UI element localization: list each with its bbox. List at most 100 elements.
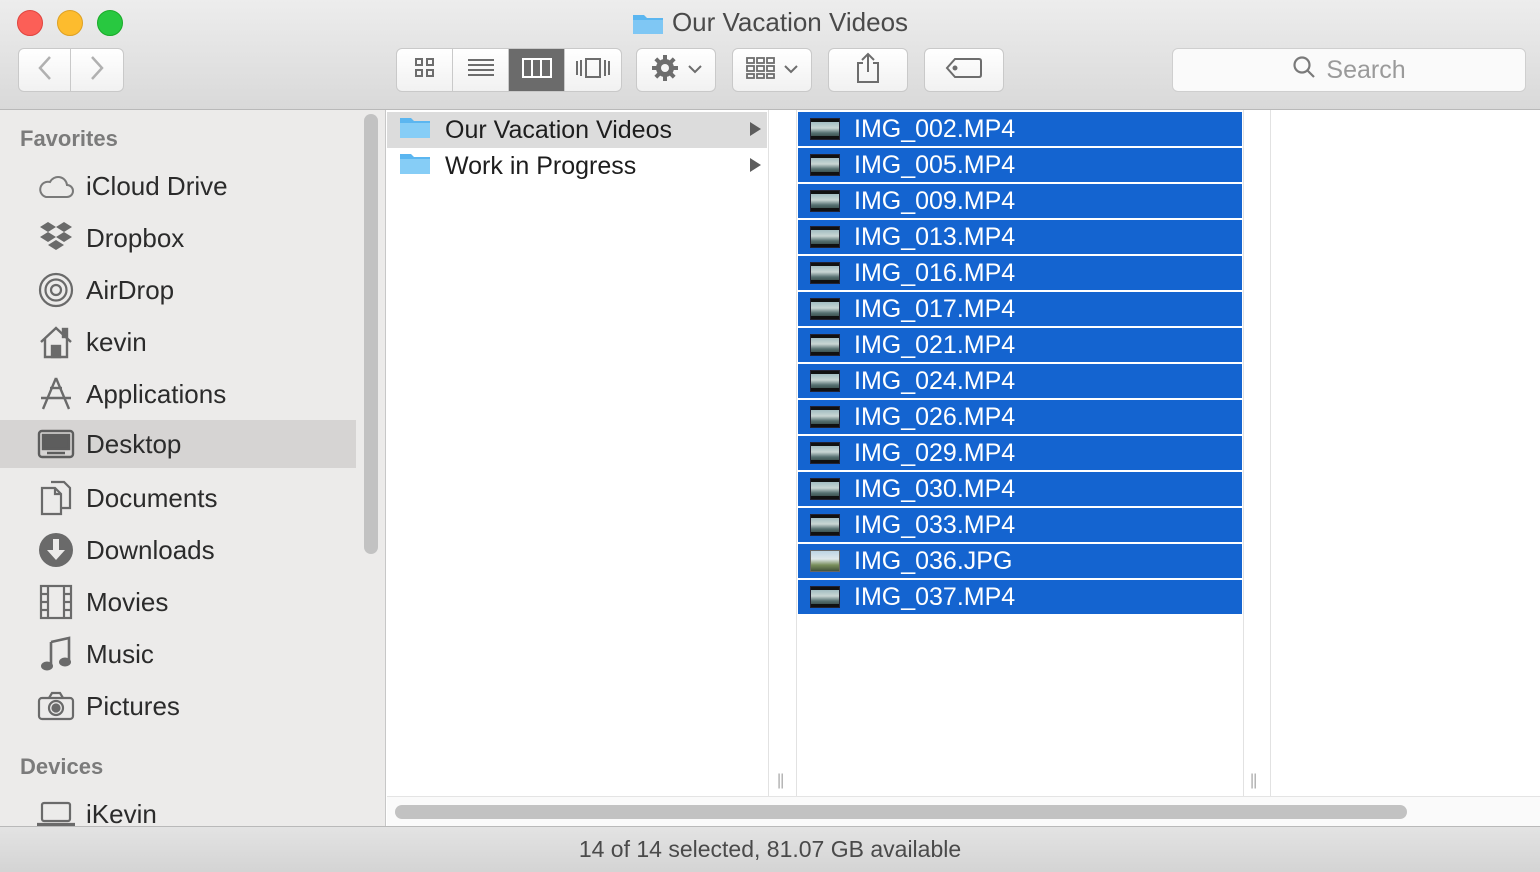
movies-icon [36,582,76,622]
cloud-icon [36,166,76,206]
file-item[interactable]: IMG_029.MP4 [798,436,1242,470]
sidebar-item-icloud-drive[interactable]: iCloud Drive [0,162,356,210]
video-thumbnail-icon [810,190,840,212]
applications-icon [36,374,76,414]
window-title: Our Vacation Videos [0,7,1540,42]
file-item[interactable]: IMG_026.MP4 [798,400,1242,434]
file-name: IMG_024.MP4 [854,366,1016,395]
video-thumbnail-icon [810,262,840,284]
tag-button[interactable] [924,48,1004,92]
file-item[interactable]: IMG_024.MP4 [798,364,1242,398]
file-name: IMG_017.MP4 [854,294,1016,323]
file-item[interactable]: IMG_030.MP4 [798,472,1242,506]
sidebar-item-label: Documents [86,482,218,513]
sidebar-item-downloads[interactable]: Downloads [0,526,356,574]
file-item[interactable]: IMG_013.MP4 [798,220,1242,254]
tag-icon [945,57,983,84]
cover-flow-icon [575,57,611,84]
sidebar-item-music[interactable]: Music [0,630,356,678]
sidebar-item-ikevin[interactable]: iKevin [0,790,356,826]
file-item[interactable]: IMG_009.MP4 [798,184,1242,218]
chevron-right-icon [89,55,105,86]
sidebar-item-documents[interactable]: Documents [0,474,356,522]
column-our-vacation-videos: IMG_002.MP4 IMG_005.MP4 IMG_009.MP4 IMG_… [798,110,1242,796]
search-placeholder: Search [1326,55,1406,84]
video-thumbnail-icon [810,586,840,608]
list-view-button[interactable] [453,49,509,91]
home-icon [36,322,76,362]
forward-button[interactable] [71,48,124,92]
video-thumbnail-icon [810,514,840,536]
folder-label: Work in Progress [445,151,637,180]
sidebar-item-label: Dropbox [86,222,185,253]
column-resize-handle[interactable]: || [1250,772,1257,790]
downloads-icon [36,530,76,570]
file-name: IMG_036.JPG [854,546,1013,575]
view-mode-selector [396,48,622,92]
horizontal-scrollbar[interactable] [395,805,1407,819]
file-name: IMG_033.MP4 [854,510,1016,539]
sidebar-item-dropbox[interactable]: Dropbox [0,214,356,262]
sidebar-item-label: kevin [86,326,147,357]
folder-icon [399,115,431,146]
file-item[interactable]: IMG_036.JPG [798,544,1242,578]
file-name: IMG_021.MP4 [854,330,1016,359]
window-title-text: Our Vacation Videos [671,7,909,37]
sidebar-item-airdrop[interactable]: AirDrop [0,266,356,314]
video-thumbnail-icon [810,442,840,464]
columns-icon [521,57,552,84]
sidebar-item-label: Music [86,638,154,669]
list-icon [467,57,495,84]
sidebar-item-label: Movies [86,586,169,617]
video-thumbnail-icon [810,370,840,392]
file-item[interactable]: IMG_002.MP4 [798,112,1242,146]
favorites-heading: Favorites [20,126,118,151]
status-text: 14 of 14 selected, 81.07 GB available [578,836,962,862]
file-item[interactable]: IMG_016.MP4 [798,256,1242,290]
sidebar-item-label: AirDrop [86,274,175,305]
arrange-menu-button[interactable] [732,48,812,92]
file-name: IMG_030.MP4 [854,474,1016,503]
share-button[interactable] [828,48,908,92]
sidebar-scrollbar[interactable] [364,114,378,554]
folder-icon [632,11,664,42]
airdrop-icon [36,270,76,310]
search-field[interactable]: Search [1172,48,1526,92]
file-item[interactable]: IMG_005.MP4 [798,148,1242,182]
folder-item-our-vacation-videos[interactable]: Our Vacation Videos [387,112,767,148]
action-menu-button[interactable] [636,48,716,92]
folder-icon [399,151,431,182]
video-thumbnail-icon [810,118,840,140]
file-name: IMG_037.MP4 [854,582,1016,611]
column-resize-handle[interactable]: || [777,772,784,790]
chevron-left-icon [37,55,53,86]
cover-flow-button[interactable] [565,49,621,91]
sidebar-item-applications[interactable]: Applications [0,370,356,418]
video-thumbnail-icon [810,226,840,248]
video-thumbnail-icon [810,154,840,176]
file-name: IMG_005.MP4 [854,150,1016,179]
sidebar-item-label: Desktop [86,428,182,459]
file-item[interactable]: IMG_037.MP4 [798,580,1242,614]
sidebar-item-label: Applications [86,378,227,409]
file-item[interactable]: IMG_017.MP4 [798,292,1242,326]
back-button[interactable] [18,48,71,92]
folder-item-work-in-progress[interactable]: Work in Progress [387,148,767,184]
video-thumbnail-icon [810,298,840,320]
chevron-down-icon [688,61,702,79]
column-view-button[interactable] [509,49,565,91]
sidebar-item-movies[interactable]: Movies [0,578,356,626]
chevron-down-icon [784,61,798,79]
status-bar: 14 of 14 selected, 81.07 GB available [0,826,1540,872]
video-thumbnail-icon [810,406,840,428]
file-item[interactable]: IMG_021.MP4 [798,328,1242,362]
sidebar-item-kevin[interactable]: kevin [0,318,356,366]
file-name: IMG_016.MP4 [854,258,1016,287]
sidebar-item-pictures[interactable]: Pictures [0,682,356,730]
file-item[interactable]: IMG_033.MP4 [798,508,1242,542]
search-icon [1292,55,1316,86]
icon-view-button[interactable] [397,49,453,91]
column-empty: || [1243,110,1271,796]
sidebar-item-desktop[interactable]: Desktop [0,420,356,468]
documents-icon [36,478,76,518]
